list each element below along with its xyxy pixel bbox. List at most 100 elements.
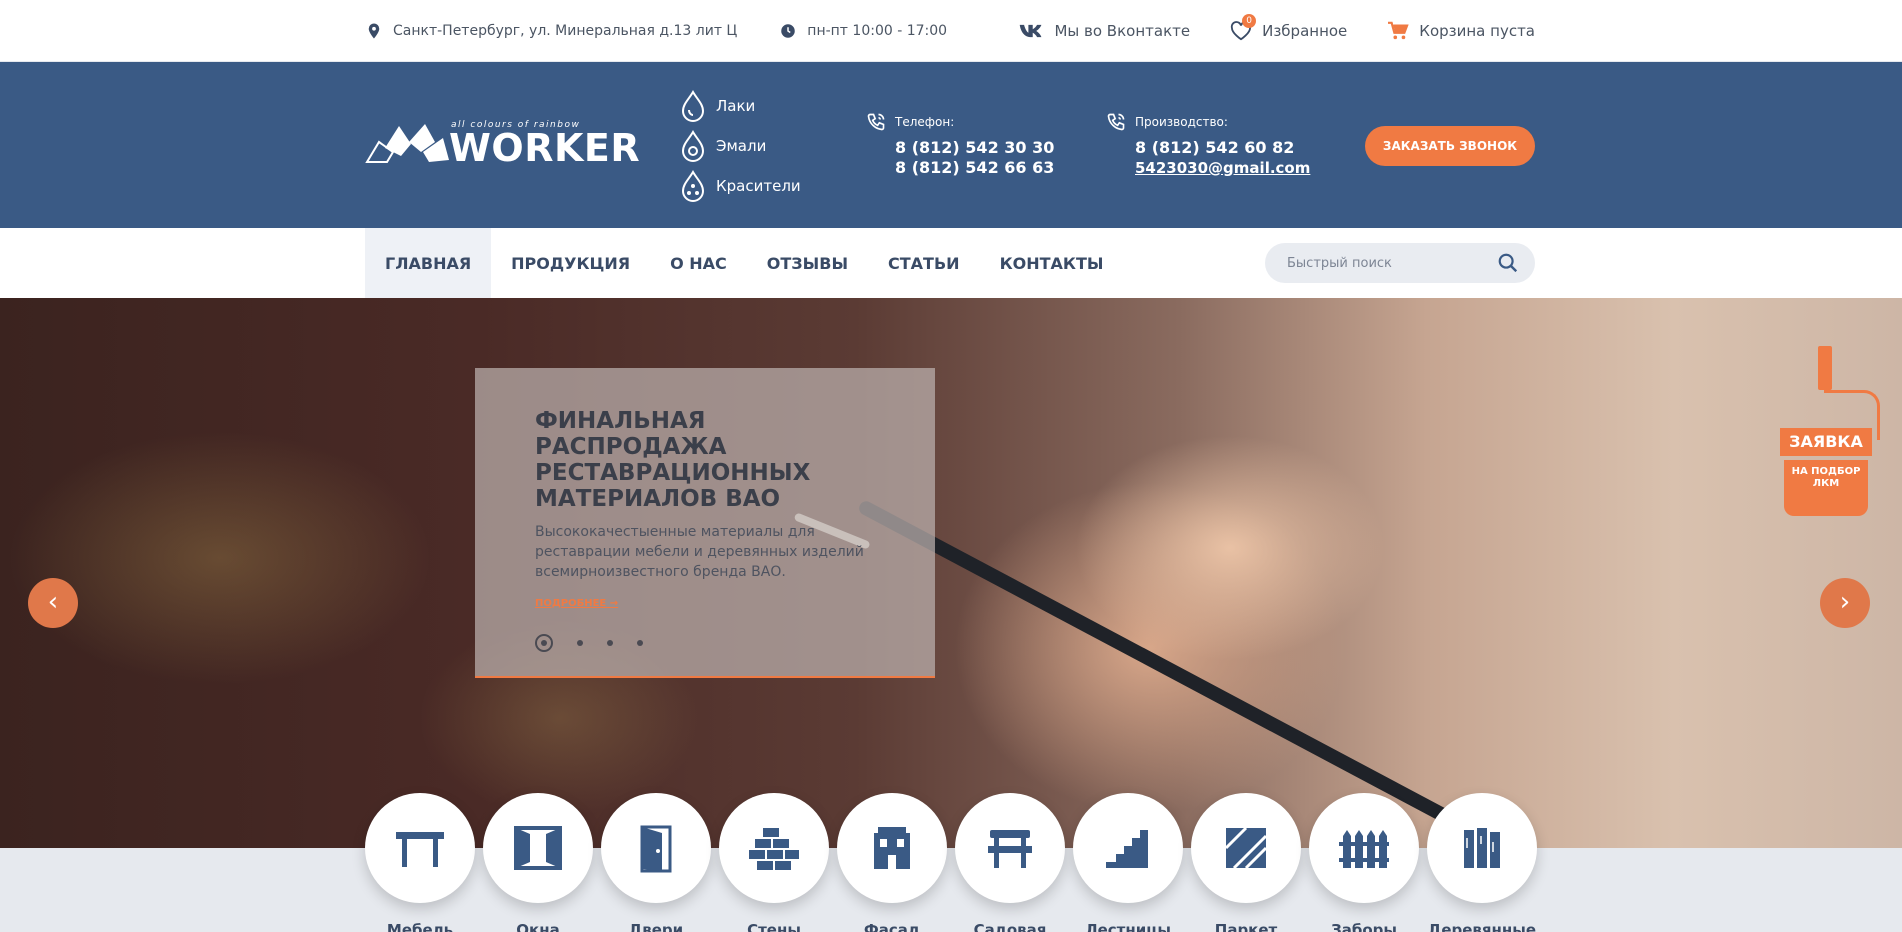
slide-more-link[interactable]: ПОДРОБНЕЕ → (535, 598, 618, 609)
product-categories: Лаки Эмали Красители (680, 86, 801, 206)
logo[interactable]: all colours of rainbow WORKER (365, 120, 640, 170)
address-text: Санкт-Петербург, ул. Минеральная д.13 ли… (393, 23, 738, 39)
usage-doors[interactable]: Двери (601, 793, 711, 932)
usage-circle (837, 793, 947, 903)
production-label-text: Производство: (1135, 115, 1228, 129)
usage-facade[interactable]: Фасад (837, 793, 947, 932)
usage-wooden[interactable]: Деревянные (1427, 793, 1537, 932)
nav-home[interactable]: ГЛАВНАЯ (365, 228, 492, 298)
nav-reviews[interactable]: ОТЗЫВЫ (747, 228, 868, 298)
usage-label: Фасад (863, 921, 921, 932)
usage-label: Окна (516, 921, 560, 932)
search-input[interactable] (1287, 255, 1497, 271)
usage-walls[interactable]: Стены (719, 793, 829, 932)
vk-text: Мы во Вконтакте (1054, 22, 1191, 40)
stairs-icon (1106, 830, 1148, 868)
usage-label: Садовая (973, 921, 1047, 932)
production-label: Производство: (1105, 112, 1310, 132)
usage-fences[interactable]: Заборы (1309, 793, 1419, 932)
nav-contacts[interactable]: КОНТАКТЫ (980, 228, 1124, 298)
usage-label: Лестницы (1085, 921, 1171, 932)
favorites-text: Избранное (1262, 22, 1348, 40)
order-call-button[interactable]: ЗАКАЗАТЬ ЗВОНОК (1365, 126, 1535, 166)
category-krasiteli[interactable]: Красители (680, 166, 801, 206)
slider-dot-2[interactable] (577, 640, 583, 646)
usage-parquet[interactable]: Паркет (1191, 793, 1301, 932)
slider-prev-button[interactable]: ‹ (28, 578, 78, 628)
usage-stairs[interactable]: Лестницы (1073, 793, 1183, 932)
main-header: all colours of rainbow WORKER Лаки Эмали… (0, 62, 1902, 228)
usage-circle (365, 793, 475, 903)
clock-icon (781, 24, 796, 38)
top-bar: Санкт-Петербург, ул. Минеральная д.13 ли… (0, 0, 1902, 62)
request-subtitle: НА ПОДБОР ЛКМ (1784, 460, 1868, 516)
table-icon (396, 832, 444, 867)
map-pin-icon (368, 23, 380, 39)
hours-text: пн-пт 10:00 - 17:00 (807, 23, 948, 39)
usage-circle (483, 793, 593, 903)
category-emali[interactable]: Эмали (680, 126, 801, 166)
category-laki[interactable]: Лаки (680, 86, 801, 126)
category-label: Эмали (716, 137, 767, 155)
drop-ring-icon (681, 130, 705, 162)
nav-products[interactable]: ПРОДУКЦИЯ (491, 228, 650, 298)
search-icon[interactable] (1497, 252, 1519, 274)
drop-icon (681, 90, 705, 122)
favorites-count-badge: 0 (1242, 14, 1257, 28)
hero-slider: ФИНАЛЬНАЯ РАСПРОДАЖА РЕСТАВРАЦИОННЫХ МАТ… (0, 298, 1902, 848)
request-badge[interactable]: ЗАЯВКА НА ПОДБОР ЛКМ (1780, 346, 1880, 526)
cart-text: Корзина пуста (1419, 22, 1535, 40)
phone-label: Телефон: (865, 112, 1054, 132)
vk-link[interactable]: Мы во Вконтакте (1018, 22, 1190, 40)
phone-number-1[interactable]: 8 (812) 542 30 30 (895, 138, 1054, 158)
main-nav: ГЛАВНАЯ ПРОДУКЦИЯ О НАС ОТЗЫВЫ СТАТЬИ КО… (0, 228, 1902, 298)
slider-dot-1[interactable] (535, 634, 553, 652)
chevron-left-icon: ‹ (47, 587, 59, 617)
slider-dot-4[interactable] (637, 640, 643, 646)
usage-windows[interactable]: Окна (483, 793, 593, 932)
request-title: ЗАЯВКА (1780, 428, 1872, 456)
nav-about[interactable]: О НАС (650, 228, 747, 298)
paint-roller-handle (1818, 346, 1832, 390)
slider-dot-3[interactable] (607, 640, 613, 646)
production-phone[interactable]: 8 (812) 542 60 82 (1135, 138, 1310, 158)
phone-block: Телефон: 8 (812) 542 30 30 8 (812) 542 6… (865, 112, 1054, 178)
phone-icon (867, 113, 885, 131)
window-icon (514, 826, 562, 870)
logo-mark-icon (365, 124, 449, 163)
usage-garden[interactable]: Садовая (955, 793, 1065, 932)
usage-circle (1191, 793, 1301, 903)
chevron-right-icon: › (1839, 587, 1851, 617)
slider-next-button[interactable]: › (1820, 578, 1870, 628)
usage-label: Деревянные (1427, 921, 1537, 932)
bench-icon (988, 830, 1032, 868)
usage-circle (601, 793, 711, 903)
usage-label: Мебель (386, 921, 454, 932)
slide-text: Высококачестыенные материалы для реставр… (535, 524, 864, 580)
category-label: Красители (716, 177, 801, 195)
production-email[interactable]: 5423030@gmail.com (1135, 158, 1310, 178)
slider-dots (535, 634, 643, 652)
usage-label: Заборы (1331, 921, 1397, 932)
cart-link[interactable]: Корзина пуста (1387, 21, 1535, 41)
usage-label: Стены (747, 921, 801, 932)
slide-card: ФИНАЛЬНАЯ РАСПРОДАЖА РЕСТАВРАЦИОННЫХ МАТ… (475, 368, 935, 678)
vk-icon (1020, 24, 1042, 38)
usage-furniture[interactable]: Мебель (365, 793, 475, 932)
working-hours: пн-пт 10:00 - 17:00 (779, 22, 947, 40)
door-icon (640, 825, 672, 873)
usage-label: Паркет (1214, 921, 1278, 932)
phone-number-2[interactable]: 8 (812) 542 66 63 (895, 158, 1054, 178)
address: Санкт-Петербург, ул. Минеральная д.13 ли… (365, 22, 737, 40)
parquet-icon (1224, 826, 1268, 870)
bricks-icon (749, 828, 799, 870)
production-block: Производство: 8 (812) 542 60 82 5423030@… (1105, 112, 1310, 178)
phone-label-text: Телефон: (895, 115, 955, 129)
usage-circle (955, 793, 1065, 903)
favorites-link[interactable]: 0 Избранное (1230, 14, 1348, 41)
cart-icon (1388, 21, 1409, 40)
category-label: Лаки (716, 97, 756, 115)
fence-icon (1339, 830, 1389, 868)
usage-categories: Мебель Окна Двери Стены Фасад Садовая Ле… (365, 793, 1537, 932)
nav-articles[interactable]: СТАТЬИ (868, 228, 980, 298)
